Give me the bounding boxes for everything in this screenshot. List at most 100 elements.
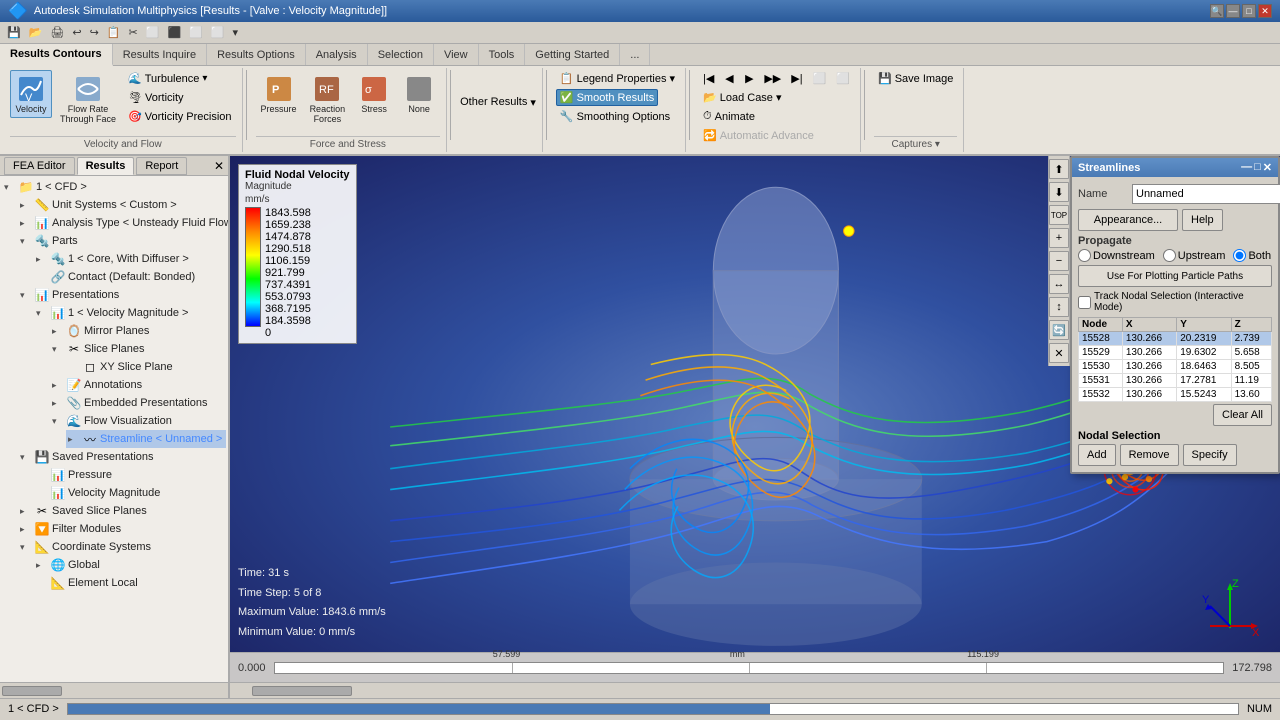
table-row[interactable]: 15529 130.266 19.6302 5.658 (1079, 346, 1272, 360)
qat-dropdown[interactable]: ▾ (230, 25, 242, 40)
qat-btn2[interactable]: ⬛ (164, 25, 184, 40)
tab-results-contours[interactable]: Results Contours (0, 44, 113, 66)
titlebar-controls[interactable]: 🔍 — □ ✕ (1210, 4, 1272, 18)
name-input[interactable] (1132, 184, 1280, 204)
qat-btn1[interactable]: ⬜ (143, 25, 163, 40)
tree-item-contact[interactable]: 🔗 Contact (Default: Bonded) (34, 268, 226, 286)
tab-fea-editor[interactable]: FEA Editor (4, 157, 75, 175)
specify-button[interactable]: Specify (1183, 444, 1237, 466)
tree-item-core[interactable]: 🔩 1 < Core, With Diffuser > (34, 250, 226, 268)
streamlines-min-icon[interactable]: — (1241, 161, 1252, 174)
tab-results-options[interactable]: Results Options (207, 44, 306, 65)
tab-selection[interactable]: Selection (368, 44, 434, 65)
tree-item-cfd1[interactable]: 📁 1 < CFD > (2, 178, 226, 196)
rt-btn-7[interactable]: 🔄 (1049, 320, 1069, 340)
tree-container[interactable]: 📁 1 < CFD > 📏 Unit Systems < Custom > 📊 … (0, 176, 228, 682)
tree-scrollbar-thumb[interactable] (2, 686, 62, 696)
rt-btn-2[interactable]: ⬇ (1049, 182, 1069, 202)
tree-item-parts[interactable]: 🔩 Parts (18, 232, 226, 250)
rt-btn-3[interactable]: + (1049, 228, 1069, 248)
tab-results[interactable]: Results (77, 157, 135, 175)
ribbon-btn-turbulence[interactable]: 🌊 Turbulence (124, 70, 236, 87)
search-icon[interactable]: 🔍 (1210, 4, 1224, 18)
rt-btn-top[interactable]: TOP (1049, 205, 1069, 225)
playback-first-btn[interactable]: |◀ (699, 70, 718, 87)
rt-btn-1[interactable]: ⬆ (1049, 159, 1069, 179)
ribbon-btn-save-image[interactable]: 💾 Apply Save Image (874, 70, 957, 87)
tree-item-annotations[interactable]: 📝 Annotations (50, 376, 226, 394)
tree-item-streamline-unnamed[interactable]: 〰 Streamline < Unnamed > (66, 430, 226, 448)
tab-results-inquire[interactable]: Results Inquire (113, 44, 207, 65)
ribbon-btn-pressure[interactable]: P Pressure (256, 70, 302, 118)
upstream-radio[interactable]: Upstream (1163, 249, 1226, 262)
ribbon-btn-load-case[interactable]: 📂 Load Case ▾ (699, 89, 785, 106)
both-radio[interactable]: Both (1233, 249, 1271, 262)
track-nodal-label[interactable]: Track Nodal Selection (Interactive Mode) (1078, 291, 1272, 313)
downstream-radio-input[interactable] (1078, 249, 1091, 262)
playback-prev-btn[interactable]: ◀ (720, 70, 738, 87)
tree-item-analysis-type[interactable]: 📊 Analysis Type < Unsteady Fluid Flow > (18, 214, 226, 232)
save-quick-btn[interactable]: 💾 (4, 25, 24, 40)
tree-item-unit-systems[interactable]: 📏 Unit Systems < Custom > (18, 196, 226, 214)
track-nodal-checkbox[interactable] (1078, 296, 1091, 309)
ribbon-btn-legend-properties[interactable]: 📋 Legend Properties ▾ (556, 70, 679, 87)
use-for-particle-button[interactable]: Use For Plotting Particle Paths (1078, 265, 1272, 287)
playback-dropdown1[interactable]: ⬜ (809, 70, 831, 87)
streamlines-close-icon[interactable]: ✕ (1263, 161, 1272, 174)
ribbon-btn-vorticity-precision[interactable]: 🎯 Vorticity Precision (124, 108, 236, 125)
tree-item-embedded-presentations[interactable]: 📎 Embedded Presentations (50, 394, 226, 412)
clear-all-button[interactable]: Clear All (1213, 404, 1272, 426)
tree-item-global[interactable]: 🌐 Global (34, 556, 226, 574)
tree-item-slice-planes[interactable]: ✂ Slice Planes (50, 340, 226, 358)
streamlines-max-icon[interactable]: □ (1254, 161, 1261, 174)
ribbon-btn-animate[interactable]: ⏱ Animate (699, 108, 759, 125)
tab-report[interactable]: Report (136, 157, 187, 175)
close-button[interactable]: ✕ (1258, 4, 1272, 18)
panel-close-icon[interactable]: ✕ (214, 159, 224, 173)
tab-getting-started[interactable]: Getting Started (525, 44, 620, 65)
help-button[interactable]: Help (1182, 209, 1223, 231)
rt-btn-4[interactable]: − (1049, 251, 1069, 271)
viewport-scrollbar-h[interactable] (230, 682, 1280, 698)
tree-item-saved-velocity[interactable]: 📊 Velocity Magnitude (34, 484, 226, 502)
tab-analysis[interactable]: Analysis (306, 44, 368, 65)
tree-scrollbar-h[interactable] (0, 682, 228, 698)
playback-play-btn[interactable]: ▶ (740, 70, 758, 87)
tree-item-xy-slice[interactable]: ◻ XY Slice Plane (66, 358, 226, 376)
maximize-button[interactable]: □ (1242, 4, 1256, 18)
ribbon-btn-flow-rate[interactable]: Flow RateThrough Face (55, 70, 121, 128)
playback-last-btn[interactable]: ▶| (787, 70, 806, 87)
tree-item-saved-pressure[interactable]: 📊 Pressure (34, 466, 226, 484)
tab-more[interactable]: ... (620, 44, 650, 65)
open-quick-btn[interactable]: 📂 (26, 25, 46, 40)
playback-dropdown2[interactable]: ⬜ (832, 70, 854, 87)
h-scrollbar-thumb[interactable] (252, 686, 352, 696)
viewport[interactable]: Fluid Nodal Velocity Magnitude mm/s 1843… (230, 156, 1280, 698)
table-row[interactable]: 15532 130.266 15.5243 13.60 (1079, 388, 1272, 402)
both-radio-input[interactable] (1233, 249, 1246, 262)
qat-btn4[interactable]: ⬜ (208, 25, 228, 40)
ribbon-btn-velocity[interactable]: V Velocity (10, 70, 52, 118)
table-row[interactable]: 15530 130.266 18.6463 8.505 (1079, 360, 1272, 374)
tab-tools[interactable]: Tools (479, 44, 526, 65)
minimize-button[interactable]: — (1226, 4, 1240, 18)
tree-item-saved-slice-planes[interactable]: ✂ Saved Slice Planes (18, 502, 226, 520)
tree-item-filter-modules[interactable]: 🔽 Filter Modules (18, 520, 226, 538)
upstream-radio-input[interactable] (1163, 249, 1176, 262)
tree-item-coordinate-systems[interactable]: 📐 Coordinate Systems (18, 538, 226, 556)
undo-quick-btn[interactable]: ↩ (69, 25, 84, 40)
other-results-dropdown[interactable]: Other Results ▾ (460, 96, 536, 109)
appearance-button[interactable]: Appearance... (1078, 209, 1178, 231)
tree-item-mirror-planes[interactable]: 🪞 Mirror Planes (50, 322, 226, 340)
add-button[interactable]: Add (1078, 444, 1116, 466)
ribbon-btn-auto-advance[interactable]: 🔁 Automatic Advance (699, 127, 818, 144)
tree-item-saved-presentations[interactable]: 💾 Saved Presentations (18, 448, 226, 466)
qat-btn3[interactable]: ⬜ (186, 25, 206, 40)
tree-item-velocity-magnitude[interactable]: 📊 1 < Velocity Magnitude > (34, 304, 226, 322)
remove-button[interactable]: Remove (1120, 444, 1179, 466)
ribbon-btn-reaction-forces[interactable]: RF ReactionForces (305, 70, 351, 128)
downstream-radio[interactable]: Downstream (1078, 249, 1155, 262)
playback-next-btn[interactable]: ▶▶ (760, 70, 785, 87)
ribbon-btn-vorticity[interactable]: 🌪 Vorticity (124, 89, 236, 106)
rt-btn-5[interactable]: ↔ (1049, 274, 1069, 294)
